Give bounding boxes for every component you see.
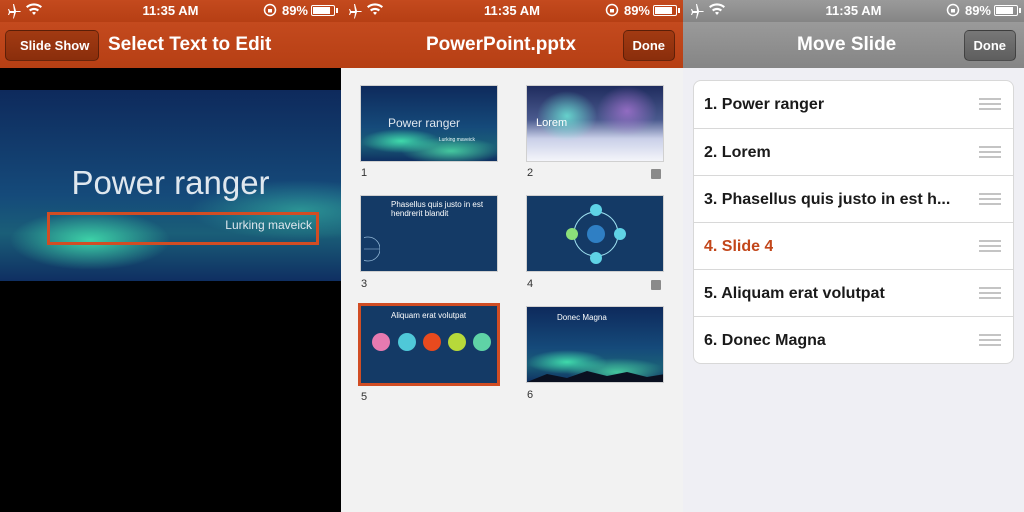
slide-thumbnail-2[interactable]: Lorem bbox=[526, 85, 664, 162]
battery-icon bbox=[653, 5, 680, 16]
orientation-lock-icon bbox=[263, 3, 277, 17]
slide-sorter-screen: 11:35 AM 89% PowerPoint.pptx Done Power … bbox=[341, 0, 683, 512]
back-button-label: Slide Show bbox=[20, 38, 90, 53]
edit-text-screen: 11:35 AM 89% Slide Show Select Text to E… bbox=[0, 0, 341, 512]
slide-number: 6 bbox=[527, 389, 534, 401]
nav-bar: Slide Show Select Text to Edit bbox=[0, 22, 341, 68]
done-button[interactable]: Done bbox=[622, 30, 675, 61]
thumb-title: Aliquam erat volutpat bbox=[391, 311, 467, 320]
reorder-grip-icon[interactable] bbox=[979, 146, 1001, 159]
status-bar: 11:35 AM 89% bbox=[683, 0, 1024, 22]
move-slide-screen: 11:35 AM 89% Move Slide Done 1. Power ra… bbox=[683, 0, 1024, 512]
slide-number: 5 bbox=[361, 391, 368, 403]
slide-subtitle-text: Lurking maveick bbox=[225, 218, 312, 232]
slide-thumbnail-1[interactable]: Power ranger Lurking maveick bbox=[360, 85, 498, 162]
battery-percent: 89% bbox=[281, 3, 308, 18]
list-item-label: 6. Donec Magna bbox=[704, 332, 826, 349]
slide-order-list: 1. Power ranger 2. Lorem 3. Phasellus qu… bbox=[693, 80, 1014, 364]
slide-thumbnail-3[interactable]: Phasellus quis justo in est hendrerit bl… bbox=[360, 195, 498, 272]
slide-thumbnail-4[interactable] bbox=[526, 195, 664, 272]
orientation-lock-icon bbox=[605, 3, 619, 17]
battery-icon bbox=[311, 5, 338, 16]
list-item-selected[interactable]: 4. Slide 4 bbox=[694, 222, 1013, 269]
thumb-title: Lorem bbox=[536, 117, 568, 129]
nav-bar: PowerPoint.pptx Done bbox=[341, 22, 683, 68]
list-item[interactable]: 1. Power ranger bbox=[694, 81, 1013, 128]
list-item-label: 1. Power ranger bbox=[704, 96, 825, 113]
slide-thumbnail-6[interactable]: Donec Magna bbox=[526, 306, 664, 383]
thumb-title: Phasellus quis justo in est hendrerit bl… bbox=[391, 200, 484, 218]
list-item-label: 3. Phasellus quis justo in est h... bbox=[704, 191, 951, 208]
list-item[interactable]: 3. Phasellus quis justo in est h... bbox=[694, 175, 1013, 222]
page-title: Select Text to Edit bbox=[108, 34, 272, 55]
reorder-grip-icon[interactable] bbox=[979, 334, 1001, 347]
circle-shapes bbox=[372, 333, 491, 351]
slide-number: 2 bbox=[527, 167, 534, 179]
globe-icon bbox=[364, 236, 380, 262]
reorder-grip-icon[interactable] bbox=[979, 98, 1001, 111]
list-item-label: 5. Aliquam erat volutpat bbox=[704, 285, 885, 302]
orientation-lock-icon bbox=[946, 3, 960, 17]
list-item[interactable]: 6. Donec Magna bbox=[694, 316, 1013, 363]
document-title: PowerPoint.pptx bbox=[426, 34, 576, 55]
slide-number: 3 bbox=[361, 278, 368, 290]
status-bar: 11:35 AM 89% bbox=[0, 0, 341, 22]
battery-percent: 89% bbox=[623, 3, 650, 18]
slide-title-text[interactable]: Power ranger bbox=[0, 164, 341, 202]
thumb-title: Power ranger bbox=[388, 116, 461, 130]
list-item[interactable]: 2. Lorem bbox=[694, 128, 1013, 175]
list-item-label: 2. Lorem bbox=[704, 144, 771, 161]
reorder-grip-icon[interactable] bbox=[979, 287, 1001, 300]
selected-text-box[interactable]: Lurking maveick bbox=[47, 212, 319, 245]
battery-percent: 89% bbox=[964, 3, 991, 18]
page-title: Move Slide bbox=[797, 34, 897, 55]
mountain-silhouette bbox=[527, 371, 663, 382]
nav-bar: Move Slide Done bbox=[683, 22, 1024, 68]
thumb-title: Donec Magna bbox=[557, 313, 607, 322]
cycle-diagram bbox=[566, 204, 626, 264]
slide-number: 1 bbox=[361, 167, 368, 179]
notes-icon bbox=[651, 169, 661, 179]
slide-thumbnail-5[interactable]: Aliquam erat volutpat bbox=[358, 303, 500, 386]
notes-icon bbox=[651, 280, 661, 290]
status-bar: 11:35 AM 89% bbox=[341, 0, 683, 22]
battery-icon bbox=[994, 5, 1021, 16]
list-item[interactable]: 5. Aliquam erat volutpat bbox=[694, 269, 1013, 316]
slide-canvas: Power ranger Lurking maveick bbox=[0, 90, 341, 281]
list-item-label: 4. Slide 4 bbox=[704, 238, 774, 255]
slide-number: 4 bbox=[527, 278, 534, 290]
slide-show-back-button[interactable]: Slide Show bbox=[5, 30, 100, 61]
done-button[interactable]: Done bbox=[963, 30, 1016, 61]
thumb-subtitle: Lurking maveick bbox=[438, 137, 475, 143]
reorder-grip-icon[interactable] bbox=[979, 193, 1001, 206]
reorder-grip-icon[interactable] bbox=[979, 240, 1001, 253]
